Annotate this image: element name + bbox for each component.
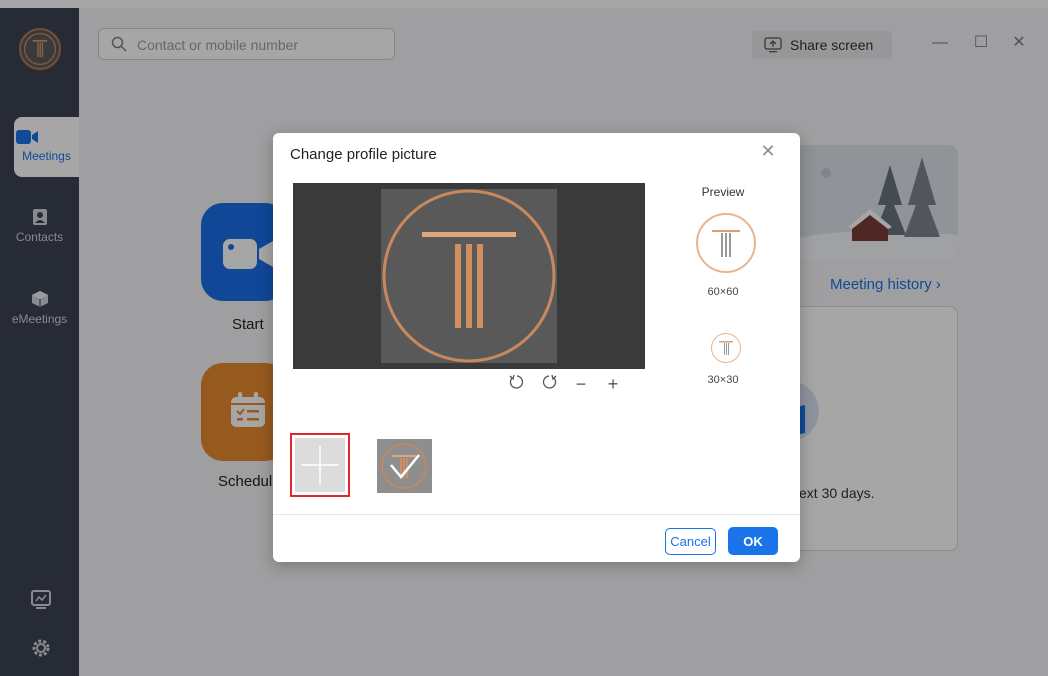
preview-small (711, 333, 741, 363)
zoom-out-icon[interactable]: − (570, 373, 592, 395)
ok-button[interactable]: OK (728, 527, 778, 555)
dialog-divider (273, 514, 800, 515)
preview-large-size: 60×60 (707, 286, 739, 298)
t-logo-icon (381, 443, 427, 489)
crop-selection[interactable] (381, 189, 557, 363)
preview-large (696, 213, 756, 273)
dialog-title: Change profile picture (290, 146, 437, 163)
cancel-button[interactable]: Cancel (665, 528, 716, 555)
close-icon[interactable]: ✕ (758, 141, 778, 161)
preview-small-size: 30×30 (707, 374, 739, 386)
crop-canvas[interactable] (293, 183, 645, 369)
change-profile-picture-dialog: Change profile picture ✕ − + Preview 60×… (273, 133, 800, 562)
preview-label: Preview (701, 185, 745, 199)
t-logo-icon (719, 341, 733, 355)
rotate-left-icon[interactable] (506, 373, 528, 395)
add-picture-button[interactable] (290, 433, 350, 497)
add-picture-tile (295, 438, 345, 492)
t-logo-icon (382, 189, 556, 363)
rotate-right-icon[interactable] (538, 373, 560, 395)
t-logo-icon (701, 218, 751, 268)
zoom-in-icon[interactable]: + (602, 373, 624, 395)
plus-icon (301, 446, 339, 484)
picture-thumbnail[interactable] (377, 439, 432, 493)
